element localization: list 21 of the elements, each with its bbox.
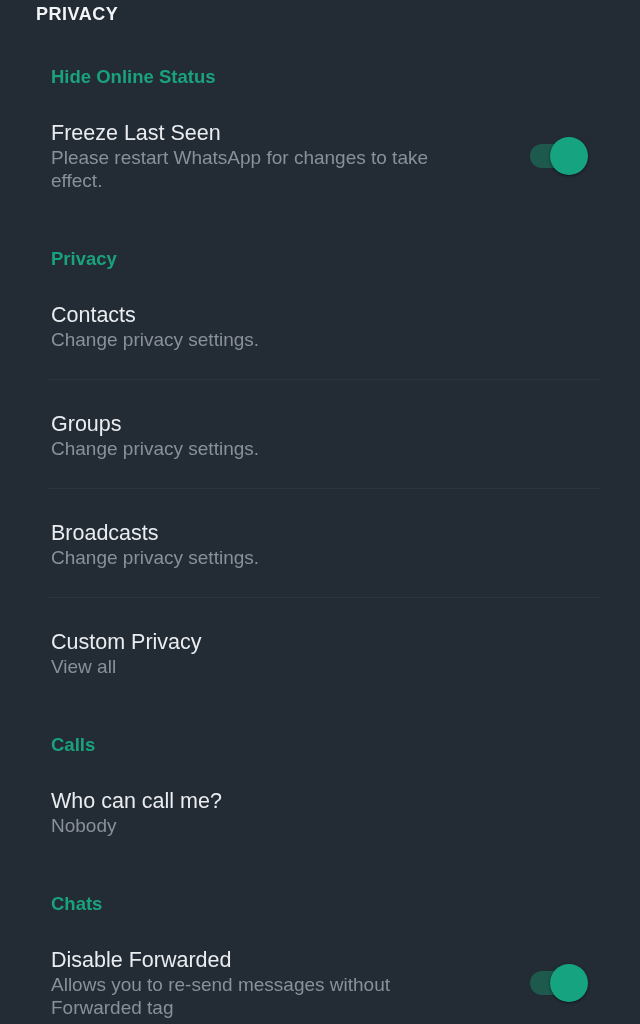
setting-description: Please restart WhatsApp for changes to take effect. <box>51 146 430 192</box>
setting-title: Broadcasts <box>51 520 160 546</box>
section-header: Calls <box>51 733 97 757</box>
setting-title: Contacts <box>51 302 137 328</box>
setting-description: Allows you to re-send messages without Forwarded tag <box>51 973 391 1019</box>
setting-title: Freeze Last Seen <box>51 120 222 146</box>
setting-description: Change privacy settings. <box>51 328 261 351</box>
setting-title: Disable Forwarded <box>51 947 233 973</box>
page-title: PRIVACY <box>36 3 120 26</box>
section-header: Chats <box>51 892 104 916</box>
setting-description: Nobody <box>51 814 118 837</box>
toggle-switch[interactable] <box>530 964 588 1002</box>
setting-description: Change privacy settings. <box>51 546 261 569</box>
setting-title: Who can call me? <box>51 788 223 814</box>
setting-title: Groups <box>51 411 123 437</box>
section-header: Privacy <box>51 247 118 271</box>
setting-description: View all <box>51 655 118 678</box>
section-header: Hide Online Status <box>51 65 217 89</box>
setting-title: Custom Privacy <box>51 629 203 655</box>
toggle-switch[interactable] <box>530 137 588 175</box>
setting-description: Change privacy settings. <box>51 437 261 460</box>
